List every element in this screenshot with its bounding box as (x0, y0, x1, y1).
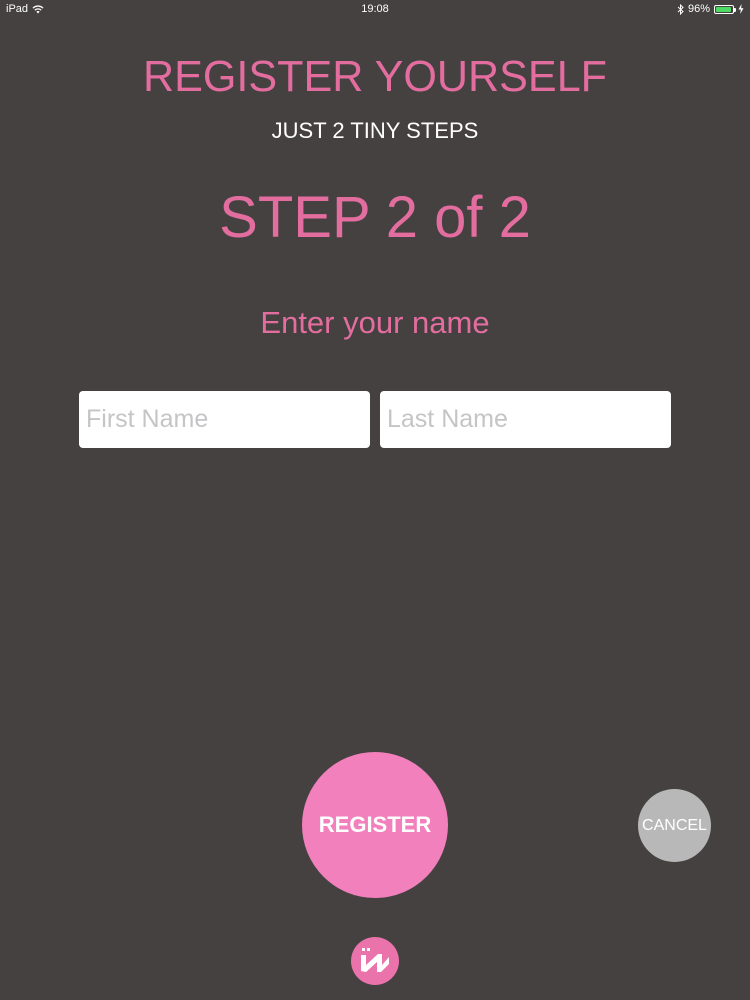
battery-percent: 96% (687, 3, 710, 15)
battery-icon (714, 4, 736, 14)
battery-fill (716, 6, 732, 12)
status-bar: iPad 19:08 96% (0, 0, 750, 20)
status-time: 19:08 (361, 3, 389, 15)
charging-icon (738, 4, 744, 14)
step-indicator: STEP 2 of 2 (219, 185, 531, 250)
bluetooth-icon (677, 3, 684, 15)
cancel-button[interactable]: CANCEL (638, 789, 711, 862)
page-subtitle: JUST 2 TINY STEPS (271, 118, 479, 143)
name-prompt: Enter your name (260, 305, 490, 340)
register-button[interactable]: REGISTER (302, 752, 448, 898)
first-name-field[interactable] (79, 391, 370, 448)
page-title: REGISTER YOURSELF (142, 52, 608, 101)
status-right: 96% (677, 3, 744, 15)
app-logo-icon (351, 937, 399, 985)
last-name-field[interactable] (380, 391, 671, 448)
